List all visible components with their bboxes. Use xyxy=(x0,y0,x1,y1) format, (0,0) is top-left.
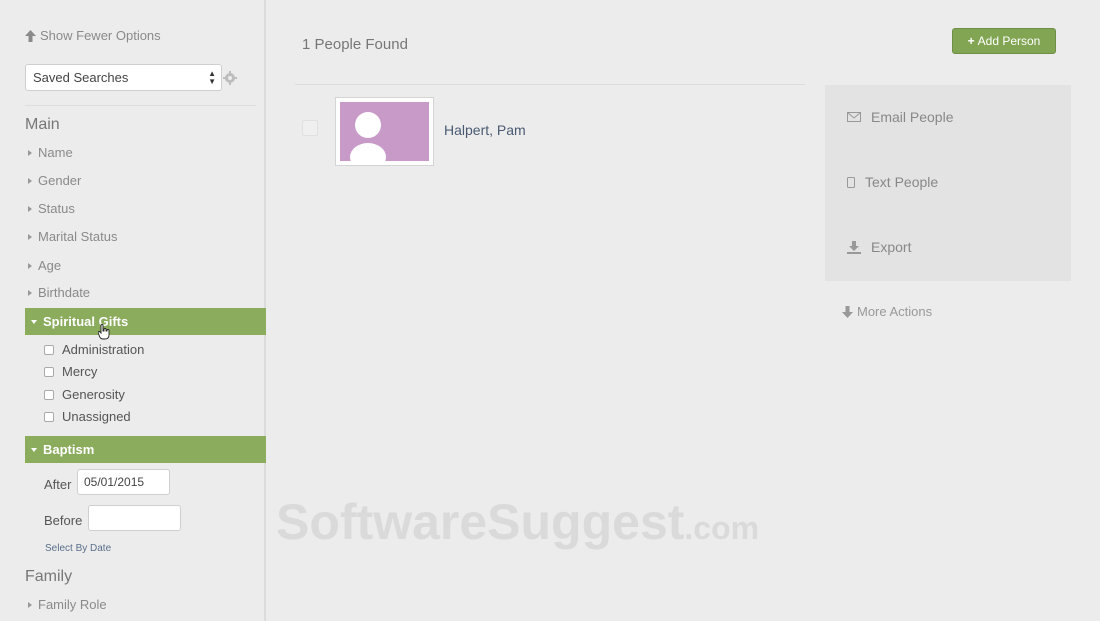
checkbox-mercy[interactable]: Mercy xyxy=(44,364,97,379)
filter-item-label: Marital Status xyxy=(38,229,118,244)
filter-sidebar: Show Fewer Options Saved Searches ▲ ▼ Mai… xyxy=(0,0,266,621)
add-person-button[interactable]: + Add Person xyxy=(952,28,1056,54)
caret-right-icon xyxy=(28,205,32,212)
watermark-suffix: .com xyxy=(684,510,760,546)
results-divider xyxy=(295,84,805,85)
select-caret-icon: ▲ ▼ xyxy=(208,69,216,86)
watermark-text: SoftwareSuggest xyxy=(276,494,685,550)
filter-item-birthdate[interactable]: Birthdate xyxy=(28,285,90,300)
export-action[interactable]: Export xyxy=(847,239,911,255)
filter-item-family-role[interactable]: Family Role xyxy=(28,597,107,612)
person-select-checkbox[interactable] xyxy=(302,120,318,136)
before-date-input[interactable] xyxy=(88,505,181,531)
envelope-icon xyxy=(847,112,861,122)
show-fewer-options-link[interactable]: Show Fewer Options xyxy=(25,28,161,43)
more-actions-link[interactable]: More Actions xyxy=(842,304,932,319)
filter-item-label: Family Role xyxy=(38,597,107,612)
text-people-action[interactable]: Text People xyxy=(847,174,938,190)
filter-item-name[interactable]: Name xyxy=(28,145,73,160)
saved-searches-value: Saved Searches xyxy=(33,70,129,85)
checkbox-unassigned[interactable]: Unassigned xyxy=(44,409,131,424)
text-people-label: Text People xyxy=(865,174,939,190)
download-icon xyxy=(847,240,861,254)
caret-down-icon xyxy=(31,447,37,452)
checkbox-box[interactable] xyxy=(44,389,54,400)
filter-item-label: Age xyxy=(38,258,62,273)
filter-item-label: Name xyxy=(38,145,73,160)
caret-down-icon xyxy=(31,319,37,324)
email-people-action[interactable]: Email People xyxy=(847,109,954,125)
phone-icon xyxy=(847,176,855,188)
sidebar-divider xyxy=(25,105,256,106)
family-section-title: Family xyxy=(25,568,73,585)
person-name-link[interactable]: Halpert, Pam xyxy=(444,122,526,138)
spiritual-gifts-group-header[interactable]: Spiritual Gifts xyxy=(25,308,266,335)
filter-item-label: Gender xyxy=(38,173,82,188)
checkbox-label: Administration xyxy=(62,342,145,357)
avatar[interactable] xyxy=(335,97,434,166)
arrow-up-icon xyxy=(25,29,36,42)
actions-panel: Email People Text People Export xyxy=(825,85,1071,281)
person-silhouette-icon xyxy=(350,112,386,161)
saved-searches-select[interactable]: Saved Searches ▲ ▼ xyxy=(25,64,222,91)
checkbox-box[interactable] xyxy=(44,344,54,355)
checkbox-generosity[interactable]: Generosity xyxy=(44,387,125,402)
main-section-title: Main xyxy=(25,116,60,133)
caret-right-icon xyxy=(28,601,32,608)
before-label: Before xyxy=(44,513,83,528)
baptism-label: Baptism xyxy=(43,442,95,457)
plus-icon: + xyxy=(967,34,975,48)
caret-right-icon xyxy=(28,177,32,184)
arrow-down-icon xyxy=(842,305,853,318)
more-actions-label: More Actions xyxy=(857,304,933,319)
checkbox-box[interactable] xyxy=(44,366,54,377)
filter-item-marital-status[interactable]: Marital Status xyxy=(28,229,117,244)
results-count: 1 People Found xyxy=(302,36,408,53)
hand-cursor-icon xyxy=(98,324,110,340)
checkbox-label: Unassigned xyxy=(62,409,131,424)
caret-right-icon xyxy=(28,289,32,296)
caret-right-icon xyxy=(28,262,32,269)
export-label: Export xyxy=(871,239,912,255)
after-date-input[interactable]: 05/01/2015 xyxy=(77,469,170,495)
filter-item-label: Status xyxy=(38,201,75,216)
filter-item-label: Birthdate xyxy=(38,285,91,300)
caret-right-icon xyxy=(28,149,32,156)
checkbox-label: Generosity xyxy=(62,387,125,402)
spiritual-gifts-label: Spiritual Gifts xyxy=(43,314,129,329)
filter-item-status[interactable]: Status xyxy=(28,201,75,216)
checkbox-box[interactable] xyxy=(44,411,54,422)
select-by-date-link[interactable]: Select By Date xyxy=(45,543,111,554)
baptism-group-header[interactable]: Baptism xyxy=(25,436,266,463)
checkbox-administration[interactable]: Administration xyxy=(44,342,144,357)
add-person-label: Add Person xyxy=(977,34,1041,48)
caret-right-icon xyxy=(28,233,32,240)
filter-item-age[interactable]: Age xyxy=(28,258,61,273)
watermark: SoftwareSuggest.com xyxy=(276,493,759,551)
gear-icon[interactable] xyxy=(223,71,237,85)
email-people-label: Email People xyxy=(871,109,954,125)
after-label: After xyxy=(44,477,72,492)
show-fewer-label: Show Fewer Options xyxy=(40,28,161,43)
filter-item-gender[interactable]: Gender xyxy=(28,173,81,188)
checkbox-label: Mercy xyxy=(62,364,98,379)
